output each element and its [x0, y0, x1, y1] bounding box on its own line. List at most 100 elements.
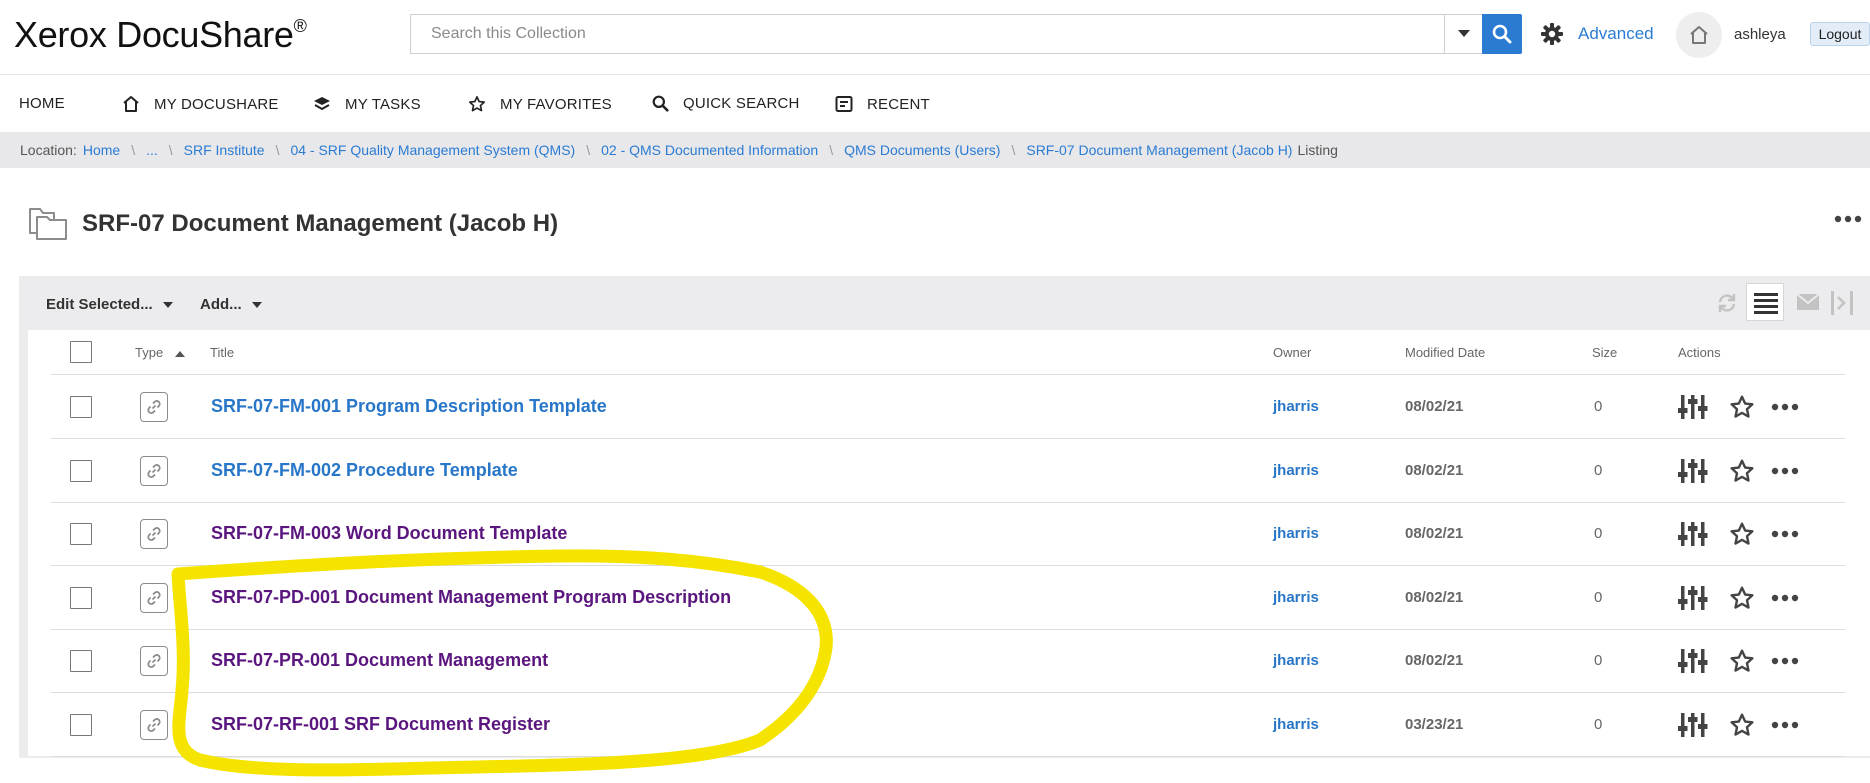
- search-input[interactable]: [411, 15, 1444, 53]
- breadcrumb-item[interactable]: SRF-07 Document Management (Jacob H): [1026, 142, 1292, 158]
- file-size: 0: [1594, 462, 1603, 479]
- document-title-link[interactable]: SRF-07-FM-002 Procedure Template: [211, 460, 518, 481]
- more-options-icon[interactable]: [1771, 594, 1799, 602]
- caret-down-icon: [1457, 30, 1470, 37]
- more-options-icon[interactable]: [1771, 530, 1799, 538]
- avatar[interactable]: [1676, 12, 1722, 58]
- select-all-checkbox[interactable]: [70, 341, 92, 363]
- document-title-link[interactable]: SRF-07-FM-003 Word Document Template: [211, 523, 567, 544]
- breadcrumb-separator: \: [168, 142, 173, 158]
- add-dropdown[interactable]: Add...: [200, 296, 262, 313]
- nav-home[interactable]: HOME: [19, 95, 65, 112]
- main-nav: HOME MY DOCUSHARE MY TASKS MY FAVORITES …: [0, 75, 1870, 132]
- owner-link[interactable]: jharris: [1273, 589, 1319, 606]
- list-view-icon: [1754, 293, 1778, 314]
- nav-my-favorites[interactable]: MY FAVORITES: [468, 95, 612, 113]
- document-link-icon[interactable]: [140, 710, 168, 740]
- search-scope-dropdown[interactable]: [1444, 14, 1483, 54]
- modified-date: 08/02/21: [1405, 398, 1464, 415]
- more-options-icon[interactable]: [1834, 215, 1862, 223]
- more-options-icon[interactable]: [1771, 657, 1799, 665]
- list-view-button[interactable]: [1746, 283, 1784, 321]
- edit-selected-dropdown[interactable]: Edit Selected...: [46, 296, 173, 313]
- sort-ascending-icon: [174, 351, 185, 358]
- row-checkbox[interactable]: [70, 460, 92, 482]
- properties-icon[interactable]: [1678, 584, 1708, 612]
- column-header-type[interactable]: Type: [135, 345, 185, 360]
- row-checkbox[interactable]: [70, 396, 92, 418]
- file-size: 0: [1594, 525, 1603, 542]
- logout-button[interactable]: Logout: [1810, 22, 1870, 46]
- owner-link[interactable]: jharris: [1273, 716, 1319, 733]
- row-checkbox[interactable]: [70, 650, 92, 672]
- gear-icon[interactable]: [1540, 22, 1564, 46]
- refresh-icon[interactable]: [1716, 292, 1738, 314]
- nav-quick-search[interactable]: QUICK SEARCH: [652, 95, 800, 112]
- properties-icon[interactable]: [1678, 711, 1708, 739]
- favorite-star-icon[interactable]: [1729, 394, 1755, 420]
- document-link-icon[interactable]: [140, 456, 168, 486]
- username[interactable]: ashleya: [1734, 26, 1786, 43]
- column-header-modified[interactable]: Modified Date: [1405, 345, 1485, 360]
- document-link-icon[interactable]: [140, 583, 168, 613]
- top-header: Xerox DocuShare® Advanced ashleya Logout: [0, 0, 1870, 75]
- search-icon: [1492, 24, 1512, 44]
- nav-my-tasks[interactable]: MY TASKS: [313, 95, 421, 113]
- email-icon[interactable]: [1796, 293, 1820, 311]
- modified-date: 08/02/21: [1405, 525, 1464, 542]
- document-title-link[interactable]: SRF-07-PD-001 Document Management Progra…: [211, 587, 731, 608]
- owner-link[interactable]: jharris: [1273, 525, 1319, 542]
- properties-icon[interactable]: [1678, 647, 1708, 675]
- search-icon: [652, 95, 669, 112]
- document-link-icon[interactable]: [140, 519, 168, 549]
- column-header-size[interactable]: Size: [1592, 345, 1617, 360]
- owner-link[interactable]: jharris: [1273, 652, 1319, 669]
- row-checkbox[interactable]: [70, 587, 92, 609]
- nav-recent[interactable]: RECENT: [835, 95, 930, 113]
- breadcrumb-separator: \: [829, 142, 834, 158]
- favorite-star-icon[interactable]: [1729, 585, 1755, 611]
- panel-toggle-icon[interactable]: [1831, 291, 1853, 315]
- modified-date: 08/02/21: [1405, 462, 1464, 479]
- properties-icon[interactable]: [1678, 520, 1708, 548]
- table-row: SRF-07-FM-003 Word Document Template jhar…: [51, 502, 1845, 566]
- more-options-icon[interactable]: [1771, 403, 1799, 411]
- file-size: 0: [1594, 589, 1603, 606]
- properties-icon[interactable]: [1678, 393, 1708, 421]
- favorite-star-icon[interactable]: [1729, 458, 1755, 484]
- app-logo[interactable]: Xerox DocuShare®: [14, 14, 307, 56]
- breadcrumb-item[interactable]: ...: [146, 142, 158, 158]
- document-title-link[interactable]: SRF-07-RF-001 SRF Document Register: [211, 714, 550, 735]
- home-icon: [123, 96, 139, 112]
- breadcrumb-item[interactable]: 04 - SRF Quality Management System (QMS): [290, 142, 575, 158]
- owner-link[interactable]: jharris: [1273, 398, 1319, 415]
- favorite-star-icon[interactable]: [1729, 648, 1755, 674]
- document-title-link[interactable]: SRF-07-PR-001 Document Management: [211, 650, 548, 671]
- favorite-star-icon[interactable]: [1729, 712, 1755, 738]
- more-options-icon[interactable]: [1771, 467, 1799, 475]
- search-field[interactable]: [410, 14, 1444, 54]
- column-header-owner[interactable]: Owner: [1273, 345, 1311, 360]
- column-header-title[interactable]: Title: [210, 345, 234, 360]
- document-link-icon[interactable]: [140, 646, 168, 676]
- advanced-search-link[interactable]: Advanced: [1578, 24, 1654, 44]
- more-options-icon[interactable]: [1771, 721, 1799, 729]
- breadcrumb-item[interactable]: SRF Institute: [184, 142, 265, 158]
- breadcrumb-item[interactable]: Home: [83, 142, 120, 158]
- favorite-star-icon[interactable]: [1729, 521, 1755, 547]
- search-button[interactable]: [1482, 14, 1522, 54]
- file-size: 0: [1594, 716, 1603, 733]
- star-icon: [468, 96, 486, 112]
- breadcrumb-suffix: Listing: [1297, 142, 1338, 158]
- breadcrumb-item[interactable]: 02 - QMS Documented Information: [601, 142, 818, 158]
- row-checkbox[interactable]: [70, 523, 92, 545]
- owner-link[interactable]: jharris: [1273, 462, 1319, 479]
- document-link-icon[interactable]: [140, 392, 168, 422]
- breadcrumb-item[interactable]: QMS Documents (Users): [844, 142, 1000, 158]
- properties-icon[interactable]: [1678, 457, 1708, 485]
- row-checkbox[interactable]: [70, 714, 92, 736]
- nav-my-docushare[interactable]: MY DOCUSHARE: [122, 95, 279, 113]
- modified-date: 03/23/21: [1405, 716, 1464, 733]
- document-title-link[interactable]: SRF-07-FM-001 Program Description Templa…: [211, 396, 607, 417]
- listing-toolbar: Edit Selected... Add...: [19, 276, 1870, 330]
